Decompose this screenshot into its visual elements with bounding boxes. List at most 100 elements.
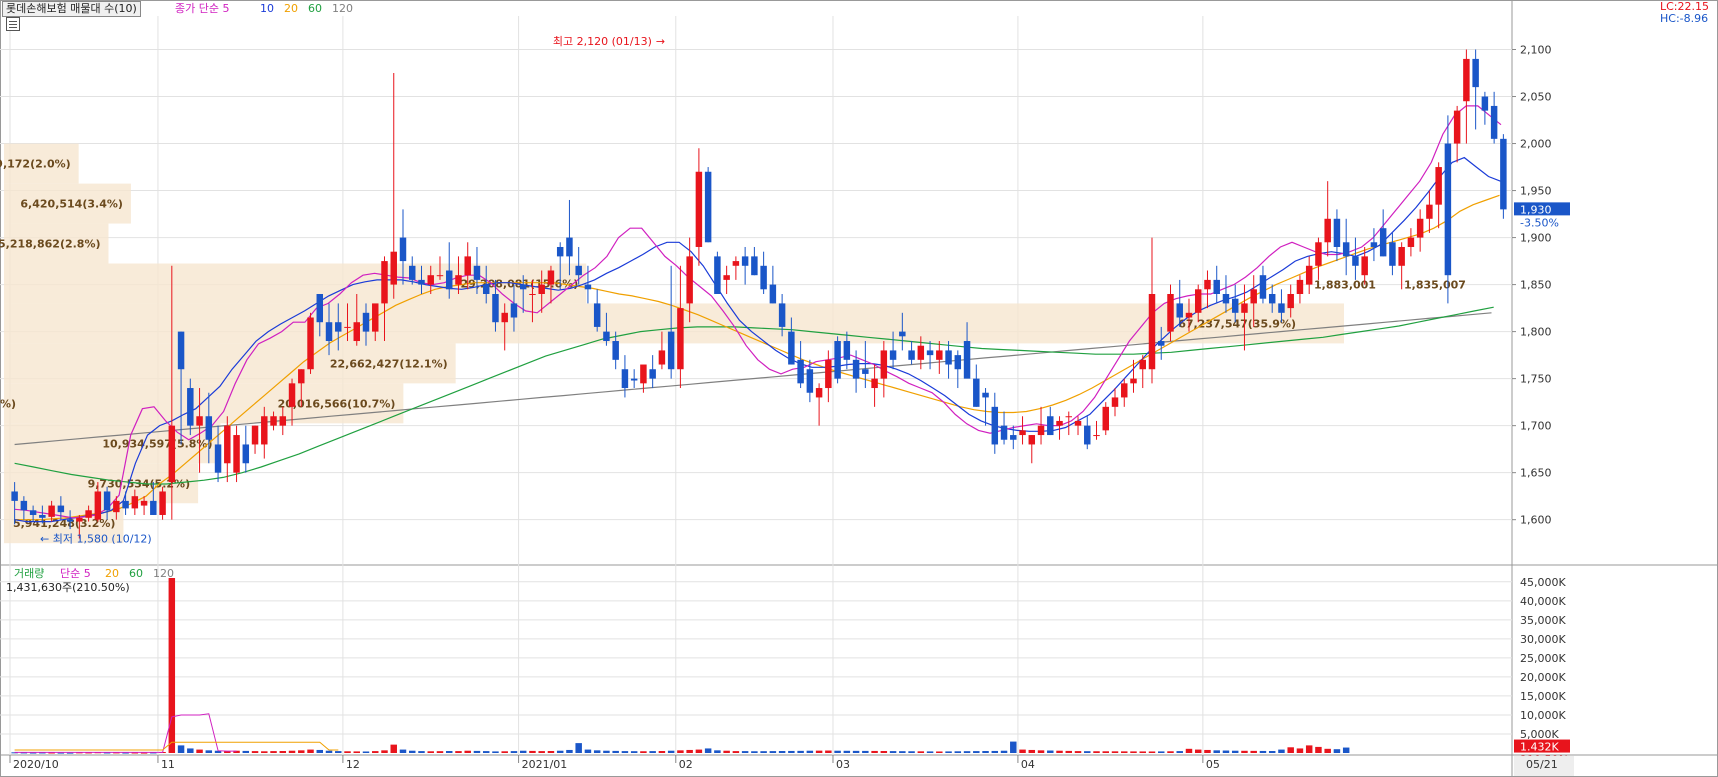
volume-tick-label: 35,000K bbox=[1520, 614, 1566, 627]
candle-body bbox=[695, 171, 703, 247]
volume-bar bbox=[973, 751, 980, 753]
high-arrow: → bbox=[656, 35, 665, 48]
volume-bar bbox=[1213, 750, 1220, 753]
volume-tick-label: 45,000K bbox=[1520, 576, 1566, 589]
candle-body bbox=[113, 500, 120, 513]
candle-body bbox=[1426, 204, 1433, 219]
candle-body bbox=[899, 331, 906, 337]
price-legend-ma: 10 bbox=[260, 2, 274, 15]
candle-body bbox=[593, 303, 601, 327]
date-tick-label: 2021/01 bbox=[522, 758, 568, 771]
volume-bar bbox=[1204, 749, 1211, 753]
volume-bar bbox=[843, 750, 851, 753]
volume-tick-label: 25,000K bbox=[1520, 652, 1566, 665]
candle-body bbox=[788, 331, 795, 365]
candle-body bbox=[131, 496, 139, 509]
volume-bar bbox=[1037, 750, 1045, 753]
volume-bar bbox=[381, 750, 388, 753]
candle-body bbox=[1167, 294, 1174, 332]
volume-tick-label: 15,000K bbox=[1520, 690, 1566, 703]
date-tick-label: 03 bbox=[836, 758, 850, 771]
candle-body bbox=[741, 256, 749, 266]
candle-body bbox=[880, 350, 888, 379]
volume-tick-label: 10,000K bbox=[1520, 709, 1566, 722]
candle-body bbox=[1444, 143, 1452, 276]
candle-body bbox=[871, 378, 878, 389]
candle-body bbox=[963, 341, 971, 379]
volume-legend-prefix: 단순 5 bbox=[60, 567, 91, 580]
volume-bar bbox=[1287, 747, 1294, 753]
volume-bar bbox=[640, 751, 647, 753]
candle-body bbox=[1204, 279, 1211, 290]
volume-bar bbox=[372, 751, 379, 753]
candle-body bbox=[409, 265, 416, 280]
candle-body bbox=[399, 237, 407, 262]
volume-bar bbox=[1047, 750, 1054, 753]
price-tick-label: 1,950 bbox=[1520, 185, 1552, 198]
candle-body bbox=[1047, 416, 1054, 436]
candle-body bbox=[954, 355, 962, 370]
volume-bar bbox=[529, 750, 536, 753]
candle-body bbox=[917, 345, 925, 360]
volume-bar bbox=[556, 750, 564, 753]
volume-profile-label: 10,934,597(5.8%) bbox=[102, 437, 212, 450]
candle-body bbox=[362, 312, 370, 332]
volume-bar bbox=[825, 750, 832, 753]
date-tick-label: 2020/10 bbox=[13, 758, 59, 771]
volume-legend-ma: 20 bbox=[105, 567, 119, 580]
volume-bar bbox=[908, 751, 915, 753]
volume-bar bbox=[751, 751, 758, 753]
volume-bar bbox=[1130, 751, 1137, 753]
volume-tick-label: 40,000K bbox=[1520, 595, 1566, 608]
candle-body bbox=[852, 359, 860, 379]
candle-body bbox=[1065, 416, 1073, 418]
volume-bar bbox=[621, 751, 629, 753]
volume-bar bbox=[593, 750, 601, 753]
volume-bar bbox=[519, 750, 527, 753]
volume-bar bbox=[1158, 751, 1165, 753]
volume-bar bbox=[686, 749, 693, 753]
candle-body bbox=[177, 331, 185, 370]
candle-body bbox=[797, 359, 804, 384]
volume-bar bbox=[261, 751, 268, 753]
candle-body bbox=[270, 416, 277, 426]
candle-body bbox=[159, 491, 166, 515]
volume-profile-label: 6,420,514(3.4%) bbox=[20, 198, 123, 211]
candle-body bbox=[288, 383, 296, 407]
grid-settings-icon[interactable] bbox=[6, 17, 20, 31]
candle-body bbox=[1416, 218, 1424, 238]
volume-bar bbox=[307, 749, 314, 753]
candle-body bbox=[29, 510, 37, 515]
candle-body bbox=[1250, 289, 1257, 304]
candle-body bbox=[1389, 242, 1396, 266]
date-tick-label: 04 bbox=[1021, 758, 1035, 771]
volume-bar bbox=[788, 750, 795, 753]
candle-body bbox=[926, 350, 934, 356]
candle-body bbox=[1148, 294, 1156, 370]
candle-body bbox=[658, 350, 666, 365]
volume-bar bbox=[778, 751, 786, 753]
candle-body bbox=[11, 491, 18, 501]
volume-bar bbox=[1296, 748, 1304, 753]
candle-body bbox=[1481, 96, 1489, 111]
candle-body bbox=[140, 500, 148, 506]
candle-body bbox=[603, 331, 610, 342]
candle-body bbox=[501, 312, 508, 323]
volume-bar bbox=[464, 750, 471, 753]
volume-current: 1,431,630주(210.50%) bbox=[6, 581, 130, 594]
candle-body bbox=[427, 275, 434, 285]
last-date: 05/21 bbox=[1526, 758, 1558, 771]
candle-body bbox=[1463, 58, 1470, 102]
chart-title[interactable]: 롯데손해보험 매물대 수(10) bbox=[2, 1, 141, 17]
candle-body bbox=[1342, 242, 1350, 257]
volume-bar bbox=[390, 744, 397, 753]
volume-bar bbox=[1259, 750, 1267, 753]
volume-bar bbox=[575, 743, 582, 753]
candle-body bbox=[1305, 265, 1313, 285]
candle-body bbox=[482, 284, 490, 294]
candle-body bbox=[936, 350, 943, 360]
candle-body bbox=[973, 378, 980, 407]
volume-profile-label: 5,218,862(2.8%) bbox=[0, 238, 101, 251]
candle-body bbox=[1352, 256, 1359, 266]
candle-body bbox=[1121, 383, 1128, 398]
